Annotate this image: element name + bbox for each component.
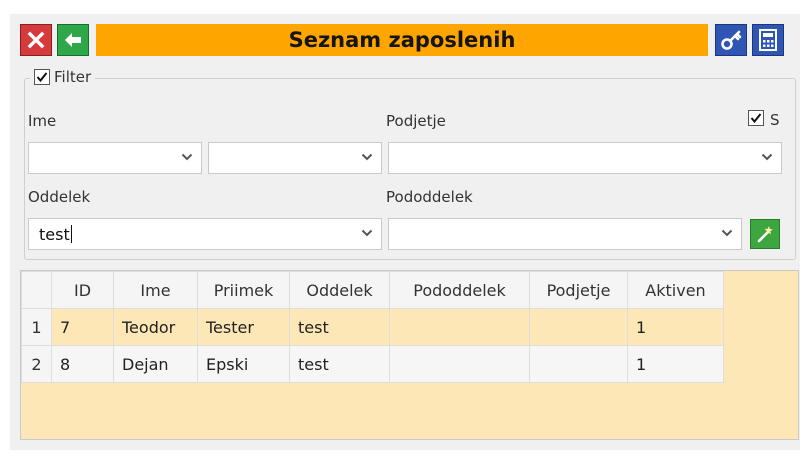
key-button[interactable] xyxy=(715,24,747,56)
checkmark-icon xyxy=(750,113,762,124)
row-number: 1 xyxy=(21,308,52,346)
row-number: 2 xyxy=(21,345,52,383)
back-button[interactable] xyxy=(57,24,89,56)
text-cursor xyxy=(70,225,72,243)
oddelek-select[interactable]: test xyxy=(28,218,382,250)
close-icon xyxy=(27,31,45,49)
ime-select-1[interactable] xyxy=(28,142,202,174)
ime-label: Ime xyxy=(28,112,57,130)
cell-id[interactable]: 8 xyxy=(51,345,114,383)
chevron-down-icon xyxy=(181,152,193,162)
calculator-icon xyxy=(759,29,777,51)
cell-ime[interactable]: Dejan xyxy=(113,345,198,383)
column-header-aktiven[interactable]: Aktiven xyxy=(627,271,724,309)
oddelek-label: Oddelek xyxy=(28,188,91,206)
filter-toggle[interactable]: Filter xyxy=(30,68,96,86)
chevron-down-icon xyxy=(361,228,373,238)
oddelek-select-value: test xyxy=(39,225,70,244)
cell-priimek[interactable]: Tester xyxy=(197,308,290,346)
podjetje-label: Podjetje xyxy=(386,112,446,130)
table-header-row: ID Ime Priimek Oddelek Pododdelek Podjet… xyxy=(21,271,724,309)
cell-podjetje[interactable] xyxy=(529,308,628,346)
column-header-pododdelek[interactable]: Pododdelek xyxy=(389,271,530,309)
column-header-oddelek[interactable]: Oddelek xyxy=(289,271,390,309)
checkmark-icon xyxy=(36,72,48,83)
cell-oddelek[interactable]: test xyxy=(289,308,390,346)
cell-priimek[interactable]: Epski xyxy=(197,345,290,383)
wand-button[interactable] xyxy=(750,219,780,249)
cell-oddelek[interactable]: test xyxy=(289,345,390,383)
cell-aktiven[interactable]: 1 xyxy=(627,345,724,383)
oddelek-select-value-wrap: test xyxy=(39,225,72,244)
title-bar: Seznam zaposlenih xyxy=(96,24,708,56)
column-header-priimek[interactable]: Priimek xyxy=(197,271,290,309)
cell-ime[interactable]: Teodor xyxy=(113,308,198,346)
column-header-id[interactable]: ID xyxy=(51,271,114,309)
column-header-podjetje[interactable]: Podjetje xyxy=(529,271,628,309)
cell-pododdelek[interactable] xyxy=(389,345,530,383)
cell-podjetje[interactable] xyxy=(529,345,628,383)
table-row[interactable]: 1 7 Teodor Tester test 1 xyxy=(21,308,724,346)
ime-select-2[interactable] xyxy=(208,142,382,174)
employees-grid[interactable]: ID Ime Priimek Oddelek Pododdelek Podjet… xyxy=(20,270,799,440)
filter-label: Filter xyxy=(54,68,92,86)
page-title: Seznam zaposlenih xyxy=(288,28,516,52)
chevron-down-icon xyxy=(361,152,373,162)
row-number-header xyxy=(21,271,52,309)
table-row[interactable]: 2 8 Dejan Epski test 1 xyxy=(21,345,724,383)
employees-table: ID Ime Priimek Oddelek Pododdelek Podjet… xyxy=(21,271,724,383)
cell-id[interactable]: 7 xyxy=(51,308,114,346)
close-button[interactable] xyxy=(20,24,52,56)
cell-aktiven[interactable]: 1 xyxy=(627,308,724,346)
s-label: S xyxy=(770,111,780,129)
podjetje-select[interactable] xyxy=(388,142,782,174)
calculator-button[interactable] xyxy=(752,24,784,56)
pododdelek-select[interactable] xyxy=(388,218,742,250)
filter-checkbox[interactable] xyxy=(34,69,50,85)
cell-pododdelek[interactable] xyxy=(389,308,530,346)
s-checkbox[interactable] xyxy=(748,110,764,126)
pododdelek-label: Pododdelek xyxy=(386,188,473,206)
arrow-left-icon xyxy=(65,33,81,47)
magic-wand-icon xyxy=(757,226,773,243)
column-header-ime[interactable]: Ime xyxy=(113,271,198,309)
chevron-down-icon xyxy=(721,228,733,238)
chevron-down-icon xyxy=(761,152,773,162)
key-icon xyxy=(721,30,742,50)
